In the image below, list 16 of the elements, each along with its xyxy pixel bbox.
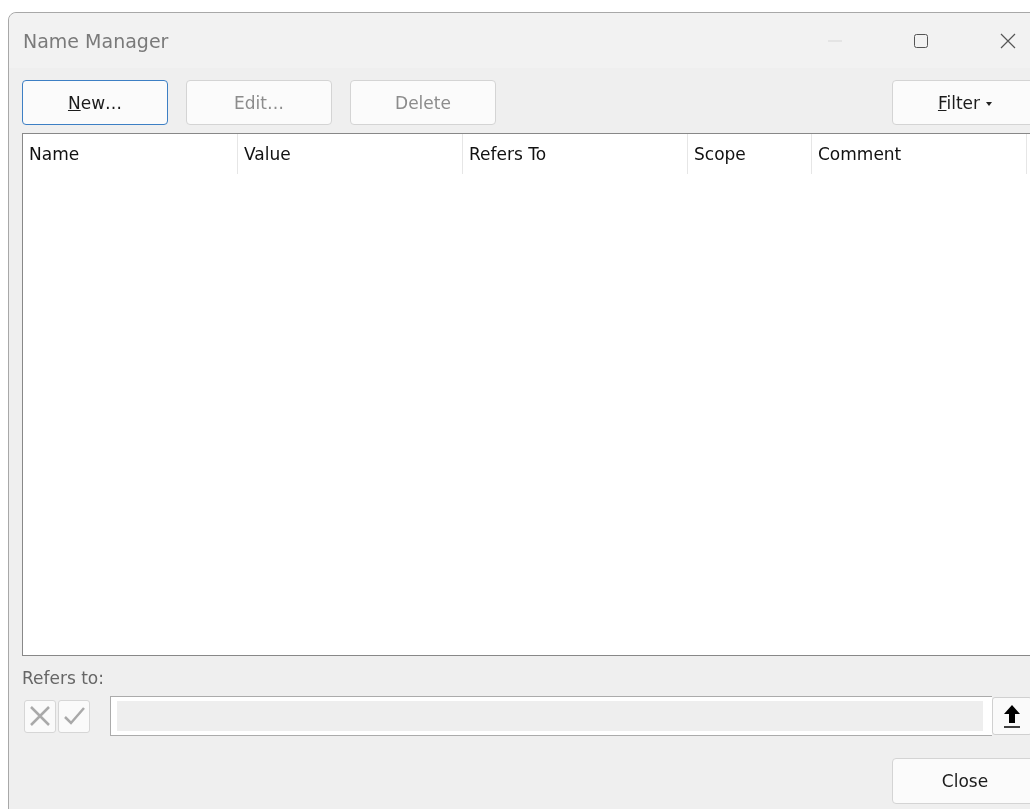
toolbar-button[interactable]: New… [22,80,168,125]
up-arrow-icon [1002,703,1022,729]
collapse-button[interactable] [992,697,1030,735]
filter-button[interactable]: Filter [892,80,1030,125]
maximize-icon[interactable] [913,32,929,49]
window-title: Name Manager [23,29,169,52]
caret-icon [986,101,993,106]
column-header[interactable]: Refers To [463,134,688,174]
column-header[interactable]: Scope [688,134,812,174]
column-header[interactable]: Value [238,134,463,174]
close-button[interactable]: Close [892,758,1030,804]
close-icon[interactable] [999,31,1017,50]
column-header[interactable]: Comment [812,134,1027,174]
refers-to-label: Refers to: [22,668,105,688]
column-header[interactable]: Name [23,134,238,174]
x-icon [28,704,52,728]
